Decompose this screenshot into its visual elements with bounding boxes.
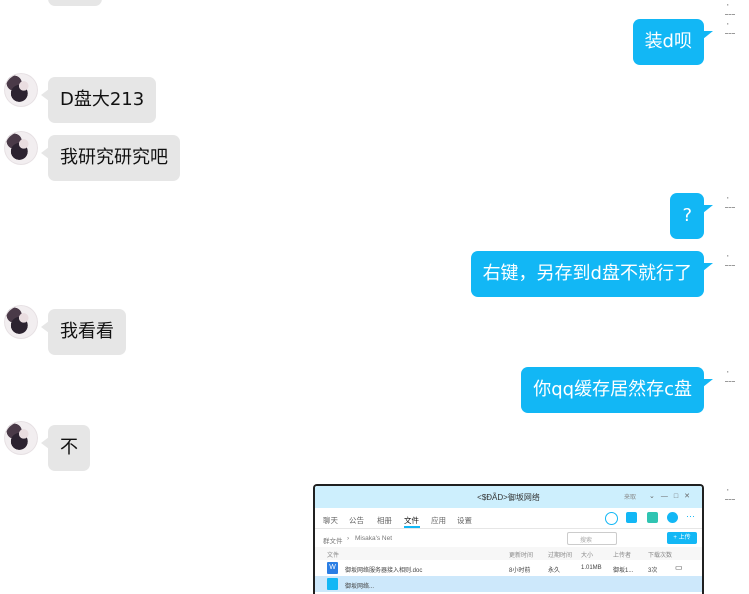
message-bubble-outgoing[interactable]: ? [670,193,713,239]
avatar[interactable] [4,305,38,339]
message-bubble-outgoing[interactable]: 装d呗 [632,19,714,65]
avatar-placeholder-icon: · [725,21,739,35]
tab-album: 相册 [377,516,392,525]
video-icon [626,512,637,523]
tab-chat: 聊天 [323,516,338,525]
image-message-screenshot[interactable]: <$ÐÃD>御坂网络 来取 ⌄—□✕ 聊天 公告 相册 文件 应用 设置 ⋯ 群… [313,484,704,594]
breadcrumb-root: 群文件 [323,538,343,545]
mark-icon: · [725,2,739,16]
avatar[interactable] [4,421,38,455]
avatar-placeholder-icon: · [725,369,739,383]
avatar[interactable] [4,131,38,165]
phone-icon [605,512,618,525]
screenshot-title: <$ÐÃD>御坂网络 [477,493,540,502]
avatar-placeholder-icon: · [725,253,739,267]
tab-notice: 公告 [349,516,364,525]
word-doc-icon: W [327,562,338,574]
breadcrumb-current: Misaka's Net [355,535,393,542]
message-bubble-incoming[interactable]: D盘大213 [40,77,157,123]
tab-settings: 设置 [457,516,472,525]
tab-apps: 应用 [431,516,446,525]
avatar-placeholder-icon: · [725,195,739,209]
message-bubble-incoming[interactable]: 我看看 [41,309,126,355]
message-bubble-incoming[interactable]: 不 [41,425,90,471]
avatar-placeholder-icon: · [725,487,739,501]
avatar[interactable] [4,73,38,107]
screenshot-file-row: W 御坂网络服务器接入相则.doc 8小时前 永久 1.01MB 御坂1... … [315,560,702,576]
screenshot-file-row-selected: 御坂网络... [315,576,702,592]
screenshot-upload-button: + 上传 [667,532,697,544]
message-bubble-outgoing[interactable]: 你qq缓存居然存c盘 [521,367,713,413]
tab-underline [404,526,420,528]
screenshot-breadcrumb: 群文件 › Misaka's Net 搜索 + 上传 [315,529,702,547]
message-bubble-outgoing[interactable]: 右键，另存到d盘不就行了 [470,251,714,297]
message-bubble-incoming[interactable]: 我研究研究吧 [41,135,180,181]
window-controls-icon: ⌄—□✕ [649,493,696,500]
file-icon [327,578,338,590]
message-bubble-cropped [48,0,102,6]
screenshot-column-header: 文件 更新时间 过期时间 大小 上传者 下载次数 [315,547,702,560]
screenshot-status: 来取 [623,495,636,501]
screenshot-search: 搜索 [567,532,617,545]
folder-icon: ▭ [675,563,683,572]
add-icon [667,512,678,523]
tab-files: 文件 [404,516,419,525]
share-screen-icon [647,512,658,523]
screenshot-tabs: 聊天 公告 相册 文件 应用 设置 ⋯ [315,508,702,529]
screenshot-titlebar: <$ÐÃD>御坂网络 来取 ⌄—□✕ [315,486,702,508]
more-icon: ⋯ [686,511,695,521]
